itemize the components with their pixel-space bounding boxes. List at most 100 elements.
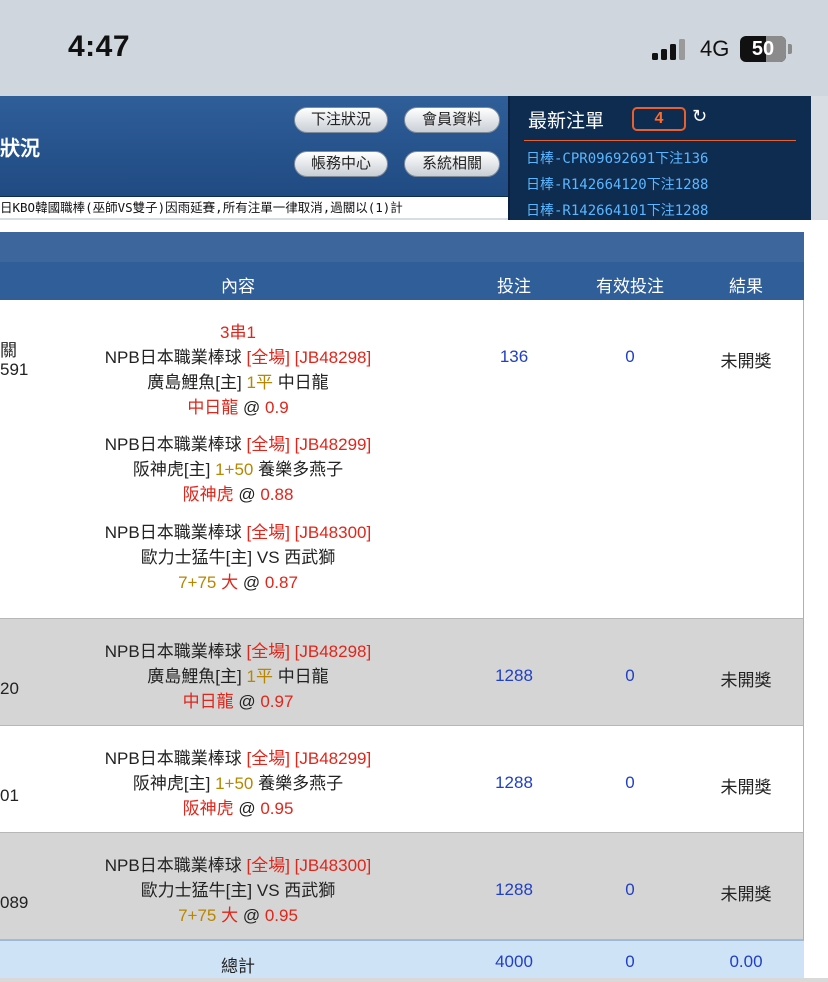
table-row: 20 NPB日本職業棒球 [全場] [JB48298] 廣島鯉魚[主] 1平 中… [0, 619, 804, 726]
away-team: 養樂多燕子 [258, 460, 344, 479]
column-stake: 投注 [497, 277, 531, 296]
result-status: 未開獎 [720, 885, 772, 904]
result-status: 未開獎 [720, 671, 772, 690]
row-id-fragment: 089 [0, 893, 29, 912]
page-title: 狀況 [0, 138, 40, 160]
home-team: 阪神虎[主] [132, 774, 211, 793]
home-team: 阪神虎[主] [132, 460, 211, 479]
bet-detail: NPB日本職業棒球 [全場] [JB48298] 廣島鯉魚[主] 1平 中日龍 … [105, 639, 371, 714]
away-team: 中日龍 [277, 667, 329, 686]
handicap-line: 1+50 [215, 774, 254, 793]
stake-amount: 1288 [495, 880, 533, 899]
handicap-line: 1+50 [215, 460, 254, 479]
league-name: NPB日本職業棒球 [104, 856, 242, 875]
row-id-fragment: 20 [0, 679, 19, 698]
odds: 0.95 [264, 906, 298, 925]
valid-stake: 0 [625, 666, 635, 685]
account-center-button[interactable]: 帳務中心 [294, 151, 388, 177]
odds: 0.88 [260, 485, 294, 504]
latest-bet-item[interactable]: 日棒-CPR09692691下注136 [526, 148, 708, 168]
table-row: 關 591 3串1 NPB日本職業棒球 [全場] [JB48298] 廣島鯉魚[… [0, 300, 804, 619]
bet-detail: 3串1 NPB日本職業棒球 [全場] [JB48298] 廣島鯉魚[主] 1平 … [105, 320, 371, 420]
pick: 中日龍 [187, 398, 239, 417]
result-status: 未開獎 [720, 352, 772, 371]
battery-tip [788, 44, 792, 54]
at-sign: @ [238, 692, 256, 711]
latest-bets-title: 最新注單 [528, 111, 605, 132]
pick: 阪神虎 [182, 799, 234, 818]
pick: 大 [221, 906, 239, 925]
page-margin [804, 232, 828, 982]
home-team: 廣島鯉魚[主] [147, 373, 242, 392]
table-title-bar [0, 232, 804, 262]
at-sign: @ [238, 485, 256, 504]
at-sign: @ [238, 799, 256, 818]
table-row: 089 NPB日本職業棒球 [全場] [JB48300] 歐力士猛牛[主] VS… [0, 833, 804, 940]
pick: 阪神虎 [182, 485, 234, 504]
versus: VS [256, 881, 280, 900]
handicap-line: 1平 [246, 667, 273, 686]
total-row: 總計 4000 0 0.00 [0, 940, 804, 978]
row-id-fragment: 01 [0, 786, 19, 805]
league-name: NPB日本職業棒球 [104, 435, 242, 454]
latest-bet-item[interactable]: 日棒-R142664120下注1288 [526, 174, 708, 194]
system-button[interactable]: 系統相關 [404, 151, 500, 177]
result-status: 未開獎 [720, 778, 772, 797]
total-stake: 4000 [495, 952, 533, 971]
divider [524, 140, 796, 141]
league-name: NPB日本職業棒球 [104, 523, 242, 542]
at-sign: @ [242, 573, 261, 592]
stake-amount: 136 [499, 347, 529, 366]
status-time: 4:47 [68, 30, 131, 63]
parlay-label: 3串1 [220, 323, 256, 342]
at-sign: @ [243, 398, 261, 417]
valid-stake: 0 [625, 347, 635, 366]
total-result: 0.00 [729, 952, 763, 971]
battery-level: 50 [751, 38, 775, 60]
header-blue-panel: 狀況 下注狀況 會員資料 帳務中心 系統相關 [0, 96, 508, 196]
total-line: 7+75 [178, 906, 217, 925]
total-line: 7+75 [178, 573, 217, 592]
away-team: 西武獅 [284, 548, 336, 567]
column-valid-stake: 有效投注 [596, 277, 664, 296]
bet-detail: NPB日本職業棒球 [全場] [JB48300] 歐力士猛牛[主] VS 西武獅… [105, 853, 371, 928]
handicap-line: 1平 [246, 373, 273, 392]
league-name: NPB日本職業棒球 [104, 348, 242, 367]
bet-status-button[interactable]: 下注狀況 [294, 107, 388, 133]
league-name: NPB日本職業棒球 [104, 749, 242, 768]
stake-amount: 1288 [495, 666, 533, 685]
bet-detail: NPB日本職業棒球 [全場] [JB48300] 歐力士猛牛[主] VS 西武獅… [105, 520, 371, 595]
league-name: NPB日本職業棒球 [104, 642, 242, 661]
pick: 大 [221, 573, 239, 592]
latest-bets-panel: 最新注單 4 ↻ 日棒-CPR09692691下注136 日棒-R1426641… [508, 96, 811, 220]
away-team: 養樂多燕子 [258, 774, 344, 793]
bottom-edge [0, 978, 828, 982]
home-team: 歐力士猛牛[主] [140, 881, 253, 900]
odds: 0.97 [260, 692, 294, 711]
odds: 0.87 [264, 573, 298, 592]
total-label: 總計 [221, 957, 255, 976]
versus: VS [256, 548, 280, 567]
total-valid-stake: 0 [625, 952, 635, 971]
bet-tag: [全場] [JB48300] [246, 856, 372, 875]
at-sign: @ [242, 906, 261, 925]
valid-stake: 0 [625, 773, 635, 792]
bet-tag: [全場] [JB48299] [246, 749, 372, 768]
valid-stake: 0 [625, 880, 635, 899]
network-type: 4G [700, 36, 730, 61]
latest-bet-item[interactable]: 日棒-R142664101下注1288 [526, 200, 708, 220]
news-ticker: 日KBO韓國職棒(巫師VS雙子)因雨延賽,所有注單一律取消,過關以(1)計 [0, 196, 508, 218]
refresh-icon[interactable]: ↻ [692, 106, 707, 127]
table-header: 內容 投注 有效投注 結果 [0, 262, 804, 300]
member-info-button[interactable]: 會員資料 [404, 107, 500, 133]
bet-tag: [全場] [JB48298] [246, 348, 372, 367]
bet-detail: NPB日本職業棒球 [全場] [JB48299] 阪神虎[主] 1+50 養樂多… [105, 746, 371, 821]
column-content: 內容 [221, 277, 255, 296]
home-team: 廣島鯉魚[主] [147, 667, 242, 686]
away-team: 西武獅 [284, 881, 336, 900]
home-team: 歐力士猛牛[主] [140, 548, 253, 567]
stake-amount: 1288 [495, 773, 533, 792]
app-header: 狀況 下注狀況 會員資料 帳務中心 系統相關 日KBO韓國職棒(巫師VS雙子)因… [0, 96, 828, 220]
table-row: 01 NPB日本職業棒球 [全場] [JB48299] 阪神虎[主] 1+50 … [0, 726, 804, 833]
pick: 中日龍 [182, 692, 234, 711]
